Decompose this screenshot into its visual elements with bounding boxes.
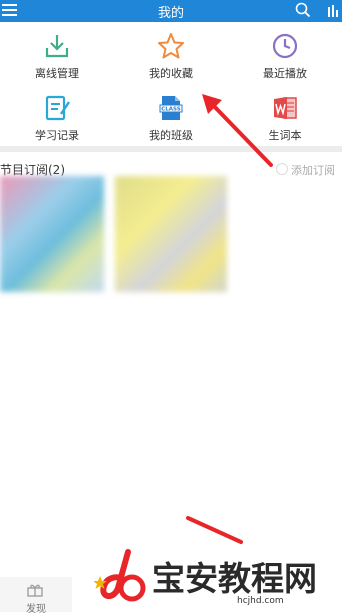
- download-icon: [45, 35, 69, 58]
- stats-icon[interactable]: [327, 4, 341, 18]
- add-subscription-label: 添加订阅: [291, 164, 335, 177]
- grid-item-label: 离线管理: [35, 67, 79, 80]
- watermark-logo: [94, 549, 146, 602]
- notebook-icon: [45, 95, 70, 121]
- grid-item-label: 我的收藏: [149, 67, 193, 80]
- function-grid: 离线管理 我的收藏 最近播放 学习记录 CLASS 我的班级 生词本: [0, 22, 342, 146]
- watermark-text: 宝安教程网: [152, 559, 317, 598]
- subscription-card[interactable]: [0, 176, 104, 292]
- subscription-card[interactable]: [115, 176, 227, 292]
- grid-item-label: 最近播放: [263, 67, 307, 80]
- page-title: 我的: [157, 6, 184, 21]
- grid-item-label: 学习记录: [35, 129, 79, 142]
- gift-icon: [27, 584, 43, 597]
- star-icon: [158, 33, 184, 59]
- annotation-arrow: [202, 94, 273, 167]
- grid-item-offline[interactable]: 离线管理: [0, 22, 114, 80]
- add-subscription-button[interactable]: 添加订阅: [276, 162, 335, 178]
- svg-text:CLASS: CLASS: [161, 107, 181, 113]
- top-bar: 我的: [0, 0, 342, 22]
- tab-discover[interactable]: 发现: [0, 577, 72, 615]
- grid-item-favorites[interactable]: 我的收藏: [114, 22, 228, 80]
- section-divider: [0, 146, 342, 152]
- class-file-icon: CLASS: [159, 96, 183, 120]
- watermark-url: hcjhd.com: [237, 596, 284, 606]
- grid-item-study-record[interactable]: 学习记录: [0, 84, 114, 142]
- clock-icon: [272, 33, 298, 59]
- annotation-arrow: [186, 516, 243, 544]
- tab-label: 发现: [26, 604, 46, 615]
- grid-item-recent[interactable]: 最近播放: [228, 22, 342, 80]
- search-icon[interactable]: [295, 2, 311, 18]
